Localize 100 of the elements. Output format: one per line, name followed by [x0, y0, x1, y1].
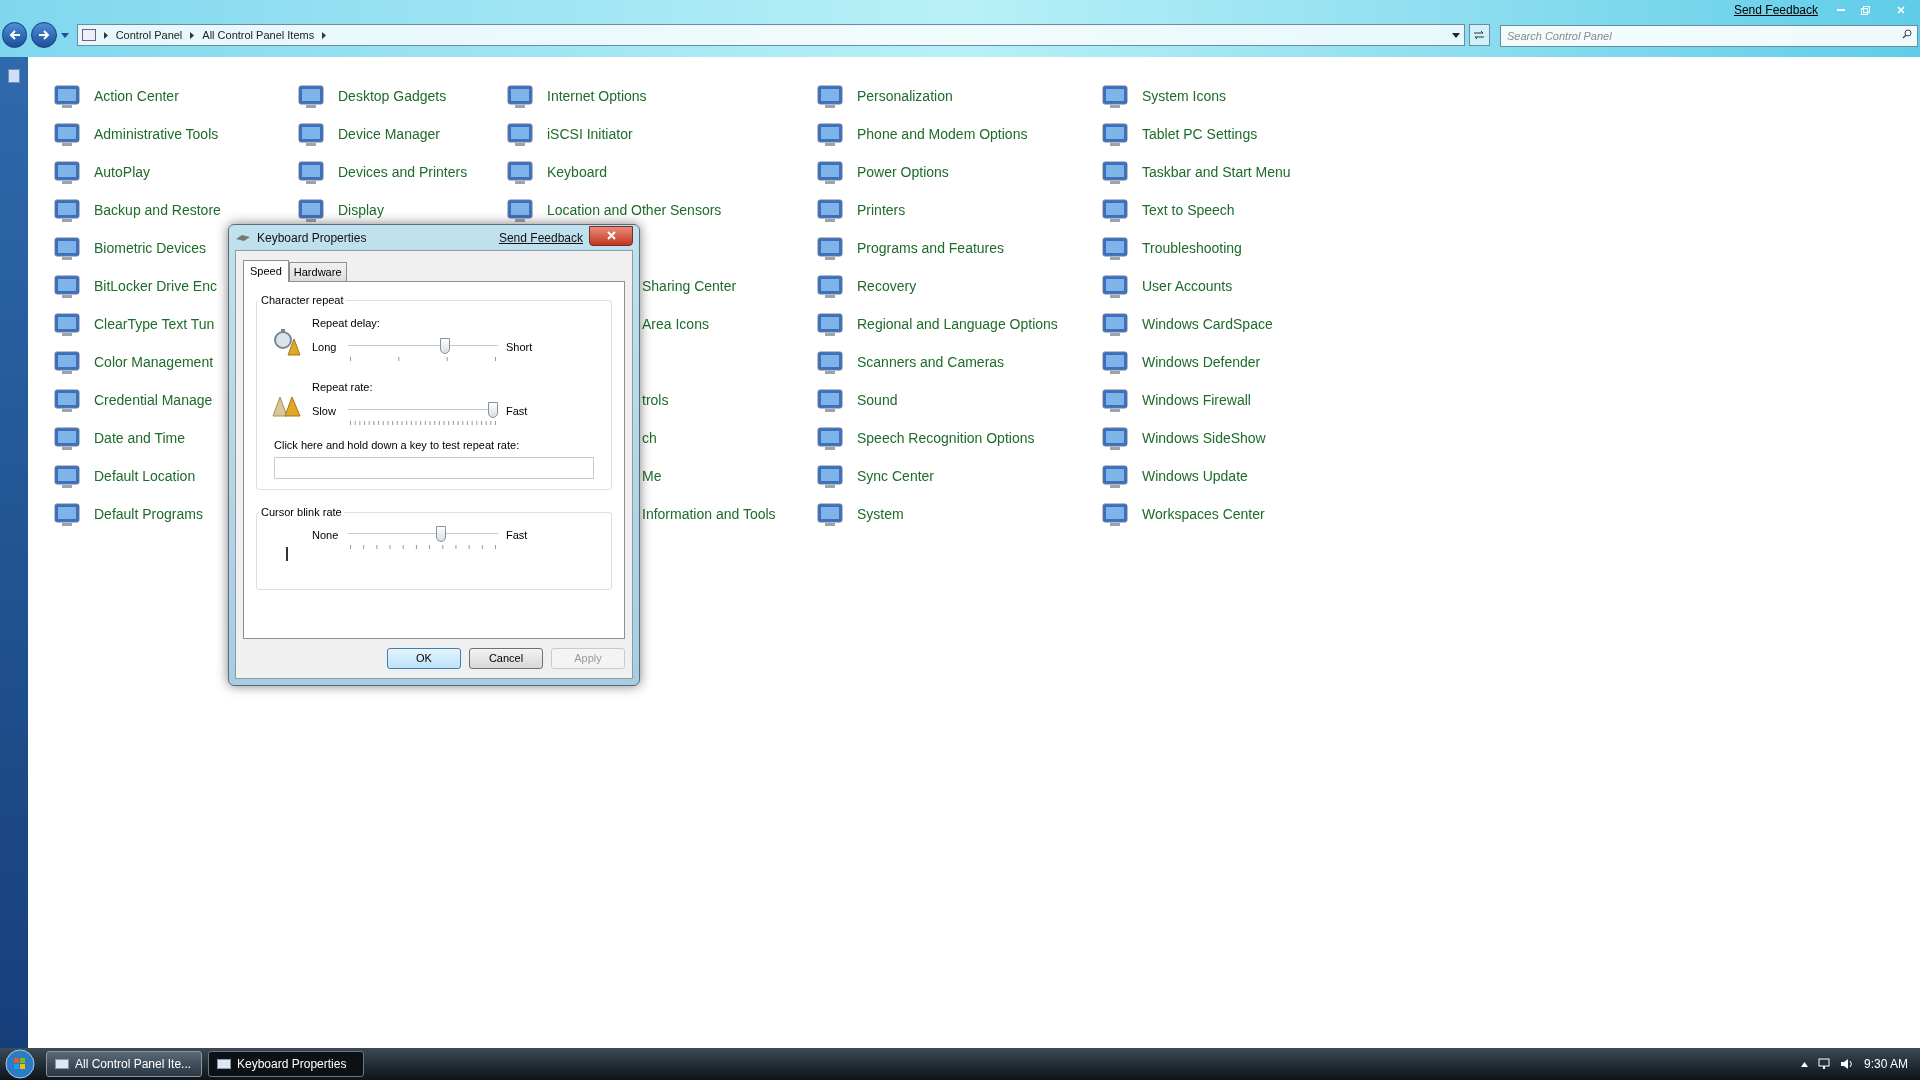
- applet-link[interactable]: System: [857, 503, 904, 525]
- taskbar-button[interactable]: Keyboard Properties: [208, 1051, 364, 1077]
- text-cursor-icon: [285, 546, 289, 561]
- applet-link[interactable]: Location and Other Sensors: [547, 199, 722, 221]
- speaker-icon: [1839, 1058, 1854, 1070]
- dialog-title: Keyboard Properties: [257, 229, 367, 247]
- applet-link[interactable]: Device Manager: [338, 123, 440, 145]
- applet-link[interactable]: Phone and Modem Options: [857, 123, 1028, 145]
- applet-link[interactable]: System Icons: [1142, 85, 1227, 107]
- slider-max-label: Fast: [506, 527, 528, 543]
- network-icon: [1817, 1058, 1830, 1070]
- applet-link[interactable]: Programs and Features: [857, 237, 1005, 259]
- applet-link[interactable]: Tablet PC Settings: [1142, 123, 1258, 145]
- applet-link[interactable]: BitLocker Drive Enc: [94, 275, 217, 297]
- applet-link[interactable]: ch: [642, 427, 657, 449]
- slider-track[interactable]: [348, 402, 498, 418]
- slider-track[interactable]: [348, 338, 498, 354]
- dialog-button[interactable]: Cancel: [469, 648, 543, 669]
- applet-link[interactable]: Windows Update: [1142, 465, 1248, 487]
- slider-thumb[interactable]: [440, 338, 451, 354]
- breadcrumb-link[interactable]: Control Panel: [115, 26, 183, 44]
- slider-label: Repeat rate:: [312, 379, 374, 395]
- send-feedback-link[interactable]: Send Feedback: [498, 228, 583, 247]
- applet-link[interactable]: Power Options: [857, 161, 949, 183]
- dialog-button[interactable]: OK: [387, 648, 461, 669]
- applet-link[interactable]: Printers: [857, 199, 906, 221]
- applet-link[interactable]: Workspaces Center: [1142, 503, 1265, 525]
- address-bar[interactable]: Control Panel All Control Panel Items: [76, 24, 1465, 46]
- applet-link[interactable]: Credential Manage: [94, 389, 213, 411]
- test-label: Click here and hold down a key to test repeat rate:: [274, 437, 521, 453]
- chevron-icon: [190, 31, 195, 39]
- applet-link[interactable]: Desktop Gadgets: [338, 85, 447, 107]
- pane-icon: [8, 69, 20, 83]
- applet-link[interactable]: Windows CardSpace: [1142, 313, 1273, 335]
- applet-link[interactable]: Scanners and Cameras: [857, 351, 1005, 373]
- taskbar-button[interactable]: All Control Panel Ite...: [46, 1051, 202, 1077]
- back-arrow-icon: [8, 30, 21, 40]
- applet-link[interactable]: Date and Time: [94, 427, 186, 449]
- applet-link[interactable]: Devices and Printers: [338, 161, 468, 183]
- slider-max-label: Short: [506, 340, 533, 355]
- close-button[interactable]: [589, 225, 633, 246]
- applet-link[interactable]: Windows Firewall: [1142, 389, 1251, 411]
- slider-min-label: Slow: [312, 404, 337, 419]
- applet-link[interactable]: Me: [642, 465, 662, 487]
- applet-link[interactable]: Backup and Restore: [94, 199, 221, 221]
- applet-link[interactable]: Troubleshooting: [1142, 237, 1242, 259]
- slider-thumb[interactable]: [488, 402, 498, 418]
- applet-link[interactable]: Windows Defender: [1142, 351, 1261, 373]
- applet-link[interactable]: Information and Tools: [642, 503, 776, 525]
- group-title: Character repeat: [260, 293, 345, 308]
- applet-link[interactable]: Sync Center: [857, 465, 935, 487]
- applet-link[interactable]: Area Icons: [642, 313, 709, 335]
- window-icon: [217, 1059, 231, 1069]
- applet-link[interactable]: AutoPlay: [94, 161, 151, 183]
- applet-link[interactable]: Default Location: [94, 465, 196, 487]
- applet-link[interactable]: Administrative Tools: [94, 123, 219, 145]
- forward-arrow-icon: [38, 30, 51, 40]
- chevron-icon: [103, 31, 108, 39]
- refresh-button[interactable]: [1468, 24, 1490, 46]
- forward-button[interactable]: [31, 22, 57, 48]
- search-field[interactable]: Search Control Panel: [1500, 25, 1918, 47]
- applet-link[interactable]: Color Management: [94, 351, 214, 373]
- tab[interactable]: Hardware: [288, 262, 347, 281]
- stopwatch-letter-icon: [272, 326, 302, 357]
- applet-link[interactable]: Biometric Devices: [94, 237, 207, 259]
- back-button[interactable]: [2, 22, 28, 48]
- minimize-icon: [1837, 9, 1845, 11]
- applet-link[interactable]: User Accounts: [1142, 275, 1233, 297]
- applet-link[interactable]: Windows SideShow: [1142, 427, 1266, 449]
- applet-link[interactable]: Keyboard: [547, 161, 607, 183]
- restore-icon: [1860, 5, 1870, 15]
- applet-link[interactable]: Personalization: [857, 85, 953, 107]
- slider-thumb[interactable]: [436, 525, 447, 542]
- breadcrumb-link[interactable]: All Control Panel Items: [202, 26, 315, 44]
- applet-link[interactable]: Internet Options: [547, 85, 647, 107]
- tray-arrow-icon: [1800, 1061, 1808, 1067]
- applet-link[interactable]: Recovery: [857, 275, 917, 297]
- dropdown-caret-icon: [1451, 32, 1460, 38]
- applet-link[interactable]: Text to Speech: [1142, 199, 1235, 221]
- tab[interactable]: Speed: [243, 260, 289, 282]
- applet-link[interactable]: Taskbar and Start Menu: [1142, 161, 1291, 183]
- search-icon: [1902, 29, 1912, 39]
- refresh-icon: [1473, 30, 1486, 40]
- slider-track[interactable]: [348, 525, 498, 542]
- applet-link[interactable]: ClearType Text Tun: [94, 313, 215, 335]
- applet-link[interactable]: Default Programs: [94, 503, 203, 525]
- applet-link[interactable]: Action Center: [94, 85, 179, 107]
- applet-link[interactable]: iSCSI Initiator: [547, 123, 633, 145]
- applet-link[interactable]: Sound: [857, 389, 898, 411]
- send-feedback-link[interactable]: Send Feedback: [1733, 1, 1818, 19]
- applet-link[interactable]: Speech Recognition Options: [857, 427, 1035, 449]
- applet-link[interactable]: trols: [642, 389, 669, 411]
- applet-link[interactable]: Regional and Language Options: [857, 313, 1058, 335]
- close-icon: [606, 231, 616, 240]
- group-title: Cursor blink rate: [260, 505, 343, 520]
- window-icon: [55, 1059, 69, 1069]
- applet-link[interactable]: Sharing Center: [642, 275, 737, 297]
- control-panel-icon: [81, 29, 96, 41]
- applet-link[interactable]: Display: [338, 199, 384, 221]
- test-input-field[interactable]: [274, 457, 594, 479]
